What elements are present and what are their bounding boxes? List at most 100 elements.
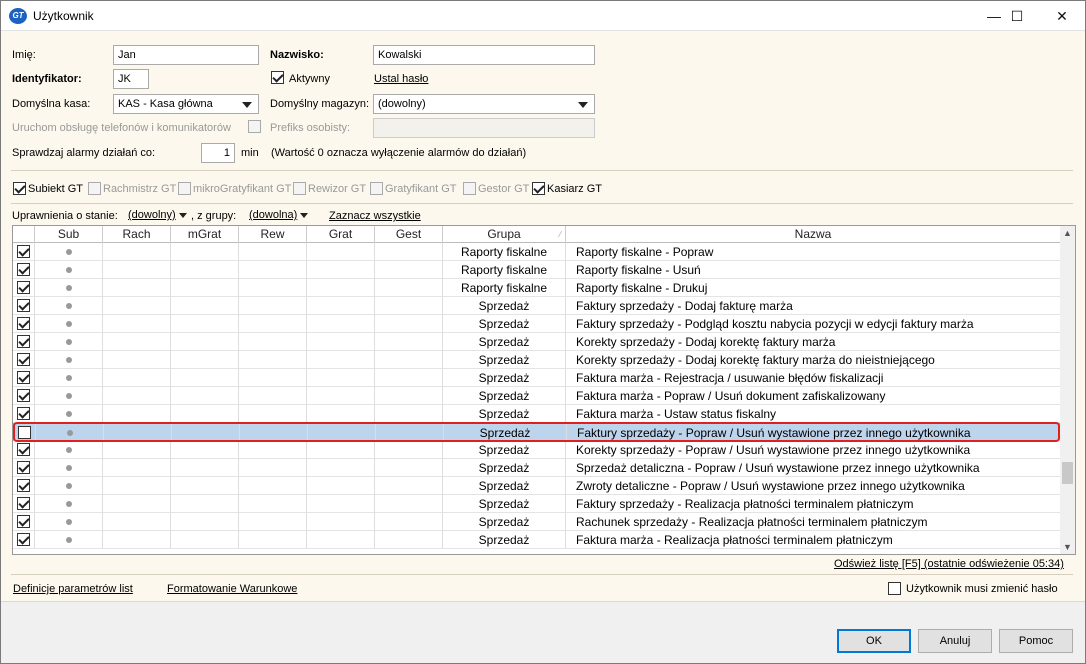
nazwisko-field[interactable]: Kowalski (373, 45, 595, 65)
perm-gestor[interactable]: Gestor GT (463, 182, 529, 198)
table-row[interactable]: Sprzedaż Korekty sprzedaży - Dodaj korekt… (13, 333, 1061, 351)
cancel-button[interactable]: Anuluj (918, 629, 992, 653)
grupa-dropdown[interactable]: (dowolna) (249, 209, 309, 221)
zmien-haslo-checkbox[interactable] (888, 582, 901, 595)
perm-mikrogratyfikant[interactable]: mikroGratyfikant GT (178, 182, 291, 198)
perm-rachmistrz-checkbox[interactable] (88, 182, 101, 195)
table-row[interactable]: Raporty fiskalne Raporty fiskalne - Druku… (13, 279, 1061, 297)
scroll-down-icon[interactable]: ▼ (1060, 540, 1075, 554)
help-button[interactable]: Pomoc (999, 629, 1073, 653)
alarmy-field[interactable]: 1 (201, 143, 235, 163)
row-checkbox[interactable] (17, 407, 30, 420)
row-empty-cell (103, 405, 171, 423)
col-check[interactable] (13, 226, 35, 243)
close-button[interactable]: ✕ (1039, 1, 1085, 31)
table-row[interactable]: Sprzedaż Faktury sprzedaży - Realizacja p… (13, 495, 1061, 513)
select-all-link[interactable]: Zaznacz wszystkie (329, 210, 421, 222)
table-row[interactable]: Sprzedaż Korekty sprzedaży - Dodaj korekt… (13, 351, 1061, 369)
grupa-filter-label: , z grupy: (191, 210, 237, 222)
row-checkbox[interactable] (17, 497, 30, 510)
row-checkbox[interactable] (17, 299, 30, 312)
perm-gestor-checkbox[interactable] (463, 182, 476, 195)
perm-mikrogratyfikant-checkbox[interactable] (178, 182, 191, 195)
row-checkbox[interactable] (17, 371, 30, 384)
col-grupa[interactable]: Grupa ⁄ (443, 226, 566, 243)
separator (11, 170, 1073, 171)
table-row[interactable]: Sprzedaż Faktury sprzedaży - Dodaj faktur… (13, 297, 1061, 315)
stan-label: Uprawnienia o stanie: (12, 210, 118, 222)
row-checkbox[interactable] (17, 443, 30, 456)
formatowanie-link[interactable]: Formatowanie Warunkowe (167, 583, 297, 595)
definicje-link[interactable]: Definicje parametrów list (13, 583, 133, 595)
row-grupa-cell: Sprzedaż (443, 333, 566, 351)
ustal-haslo-link[interactable]: Ustal hasło (374, 73, 428, 85)
maximize-button[interactable]: ☐ (994, 1, 1040, 31)
table-row[interactable]: Sprzedaż Faktura marża - Realizacja płatn… (13, 531, 1061, 549)
table-row[interactable]: Sprzedaż Faktura marża - Popraw / Usuń do… (13, 387, 1061, 405)
table-row[interactable]: Sprzedaż Rachunek sprzedaży - Realizacja … (13, 513, 1061, 531)
ok-button[interactable]: OK (837, 629, 911, 653)
row-checkbox[interactable] (17, 353, 30, 366)
imie-field[interactable]: Jan (113, 45, 259, 65)
kasa-label: Domyślna kasa: (12, 98, 91, 110)
dot-icon (65, 537, 72, 543)
perm-subiekt-checkbox[interactable] (13, 182, 26, 195)
telefony-checkbox[interactable] (248, 120, 261, 133)
row-checkbox[interactable] (17, 263, 30, 276)
perm-kasiarz[interactable]: Kasiarz GT (532, 182, 602, 198)
row-empty-cell (103, 459, 171, 477)
row-checkbox[interactable] (17, 533, 30, 546)
perm-rewizor[interactable]: Rewizor GT (293, 182, 366, 198)
prefiks-field[interactable] (373, 118, 595, 138)
col-rach[interactable]: Rach (103, 226, 171, 243)
identyfikator-field[interactable]: JK (113, 69, 149, 89)
scroll-up-icon[interactable]: ▲ (1060, 226, 1075, 240)
table-row[interactable]: Sprzedaż Faktury sprzedaży - Podgląd kosz… (13, 315, 1061, 333)
row-checkbox[interactable] (17, 281, 30, 294)
table-row[interactable]: Raporty fiskalne Raporty fiskalne - Popra… (13, 243, 1061, 261)
col-grat[interactable]: Grat (307, 226, 375, 243)
row-empty-cell (103, 531, 171, 549)
col-sub[interactable]: Sub (35, 226, 103, 243)
kasa-select[interactable]: KAS - Kasa główna (113, 94, 259, 114)
table-row[interactable]: Sprzedaż Faktura marża - Ustaw status fis… (13, 405, 1061, 423)
row-checkbox[interactable] (17, 245, 30, 258)
col-nazwa[interactable]: Nazwa (566, 226, 1061, 243)
scroll-thumb[interactable] (1062, 462, 1073, 484)
dot-icon (65, 447, 72, 453)
magazyn-select[interactable]: (dowolny) (373, 94, 595, 114)
perm-gratyfikant-checkbox[interactable] (370, 182, 383, 195)
table-row[interactable]: Sprzedaż Zwroty detaliczne - Popraw / Usu… (13, 477, 1061, 495)
row-empty-cell (307, 261, 375, 279)
row-checkbox[interactable] (17, 479, 30, 492)
row-checkbox[interactable] (17, 335, 30, 348)
dot-icon (65, 519, 72, 525)
perm-rachmistrz[interactable]: Rachmistrz GT (88, 182, 176, 198)
table-row[interactable]: Raporty fiskalne Raporty fiskalne - Usuń (13, 261, 1061, 279)
row-checkbox[interactable] (17, 515, 30, 528)
perm-gratyfikant[interactable]: Gratyfikant GT (370, 182, 457, 198)
col-rew[interactable]: Rew (239, 226, 307, 243)
col-gest[interactable]: Gest (375, 226, 443, 243)
aktywny-checkbox[interactable] (271, 71, 284, 84)
row-checkbox[interactable] (17, 461, 30, 474)
col-mgrat[interactable]: mGrat (171, 226, 239, 243)
row-empty-cell (375, 387, 443, 405)
row-checkbox[interactable] (17, 317, 30, 330)
grid-scrollbar[interactable]: ▲ ▼ (1060, 226, 1075, 554)
row-empty-cell (307, 369, 375, 387)
alarmy-label: Sprawdzaj alarmy działań co: (12, 147, 156, 159)
stan-dropdown[interactable]: (dowolny) (128, 209, 187, 221)
imie-label: Imię: (12, 49, 36, 61)
row-checkbox[interactable] (17, 389, 30, 402)
perm-rachmistrz-label: Rachmistrz GT (103, 182, 177, 195)
dot-icon (65, 393, 72, 399)
perm-subiekt[interactable]: Subiekt GT (13, 182, 83, 198)
window-title: Użytkownik (33, 9, 94, 23)
perm-kasiarz-checkbox[interactable] (532, 182, 545, 195)
table-row[interactable]: Sprzedaż Faktura marża - Rejestracja / us… (13, 369, 1061, 387)
perm-rewizor-checkbox[interactable] (293, 182, 306, 195)
table-row[interactable]: Sprzedaż Sprzedaż detaliczna - Popraw / U… (13, 459, 1061, 477)
table-row[interactable]: Sprzedaż Korekty sprzedaży - Popraw / Usu… (13, 441, 1061, 459)
refresh-link[interactable]: Odśwież listę [F5] (ostatnie odświeżenie… (834, 558, 1064, 570)
